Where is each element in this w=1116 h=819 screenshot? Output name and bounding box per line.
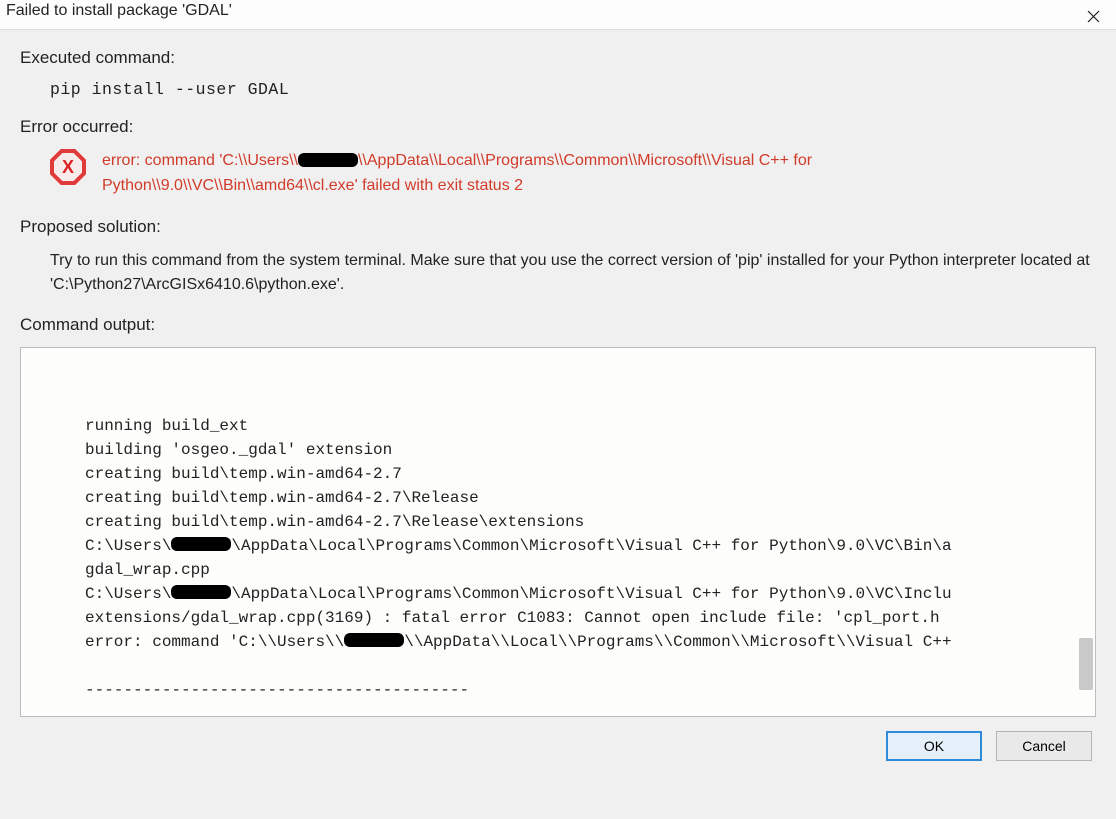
proposed-solution-label: Proposed solution: <box>20 217 1096 237</box>
cancel-button[interactable]: Cancel <box>996 731 1092 761</box>
command-output-label: Command output: <box>20 315 1096 335</box>
ok-button[interactable]: OK <box>886 731 982 761</box>
dialog-content: Executed command: pip install --user GDA… <box>0 30 1116 717</box>
error-icon: X <box>50 149 86 185</box>
error-message: error: command 'C:\\Users\\\\AppData\\Lo… <box>102 149 1042 199</box>
command-output-box: running build_ext building 'osgeo._gdal'… <box>20 347 1096 717</box>
executed-command-text: pip install --user GDAL <box>50 80 1096 99</box>
command-output-text: running build_ext building 'osgeo._gdal'… <box>21 414 1095 717</box>
error-x-icon: X <box>62 157 74 178</box>
redacted-username <box>171 537 231 551</box>
close-button[interactable] <box>1070 2 1116 30</box>
window-title: Failed to install package 'GDAL' <box>6 2 232 20</box>
scrollbar-vertical[interactable] <box>1079 638 1093 690</box>
redacted-username <box>298 153 358 167</box>
redacted-username <box>344 633 404 647</box>
redacted-username <box>171 585 231 599</box>
error-occurred-label: Error occurred: <box>20 117 1096 137</box>
error-row: X error: command 'C:\\Users\\\\AppData\\… <box>50 149 1096 199</box>
button-row: OK Cancel <box>0 717 1116 761</box>
close-icon <box>1087 10 1100 23</box>
titlebar: Failed to install package 'GDAL' <box>0 0 1116 30</box>
executed-command-label: Executed command: <box>20 48 1096 68</box>
proposed-solution-text: Try to run this command from the system … <box>50 249 1090 297</box>
